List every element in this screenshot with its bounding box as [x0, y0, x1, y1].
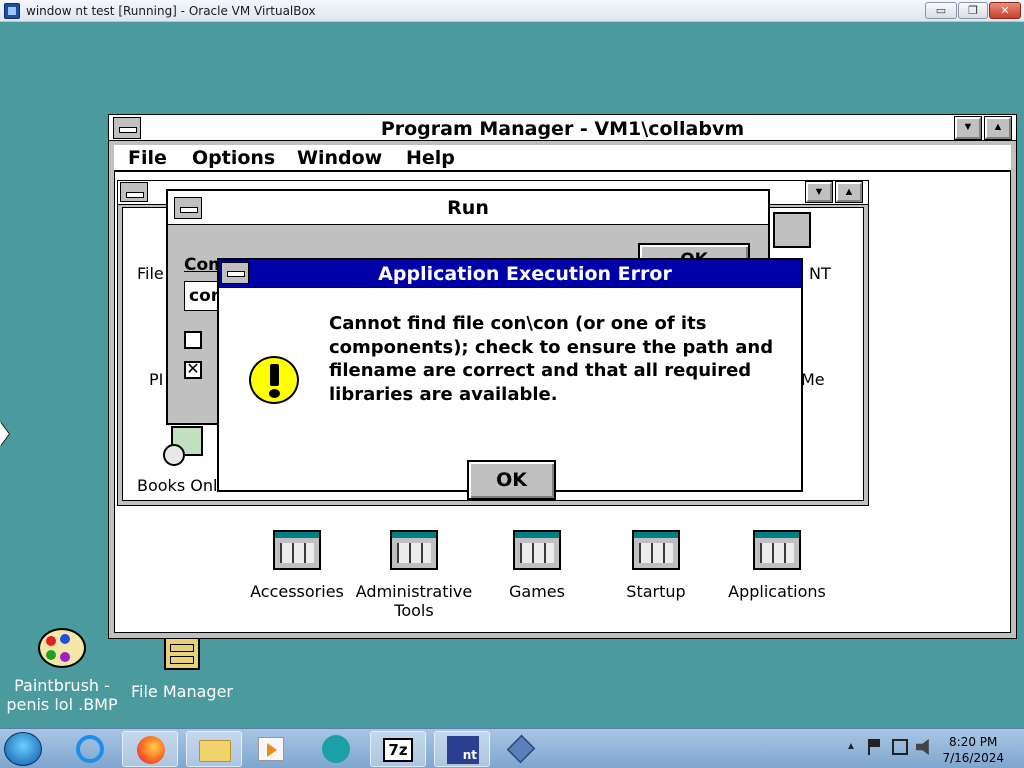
- taskbar-firefox[interactable]: [122, 731, 178, 767]
- host-window-title: window nt test [Running] - Oracle VM Vir…: [26, 4, 316, 18]
- 7zip-icon: 7z: [383, 738, 413, 762]
- main-partial-books-label: Books Onli: [137, 476, 222, 495]
- menu-window[interactable]: Window: [297, 147, 382, 169]
- main-group-maximize-button[interactable]: ▲: [835, 181, 863, 203]
- virtualbox-icon: [4, 3, 20, 19]
- main-partial-nt-label: NT: [809, 264, 831, 283]
- host-titlebar: window nt test [Running] - Oracle VM Vir…: [0, 0, 1024, 22]
- taskbar-media-player[interactable]: [244, 731, 300, 767]
- run-dialog-titlebar: Run: [168, 191, 768, 225]
- main-partial-pi-label: PI: [149, 370, 164, 389]
- clock-time: 8:20 PM: [949, 735, 998, 749]
- clock[interactable]: 8:20 PM 7/16/2024: [942, 734, 1004, 766]
- desktop-file-manager[interactable]: File Manager: [126, 636, 238, 701]
- program-manager-minimize-button[interactable]: ▼: [954, 116, 982, 140]
- program-group-icon: [273, 530, 321, 570]
- group-applications[interactable]: Applications: [717, 530, 837, 601]
- menu-file[interactable]: File: [128, 147, 167, 169]
- error-dialog-titlebar: Application Execution Error: [219, 260, 801, 288]
- media-player-icon: [258, 737, 284, 761]
- warning-icon: [249, 356, 299, 404]
- system-tray: ▲ 8:20 PM 7/16/2024: [840, 729, 1024, 768]
- program-group-icon: [513, 530, 561, 570]
- desktop-paintbrush[interactable]: Paintbrush - penis lol .BMP: [4, 624, 120, 714]
- main-group-system-menu[interactable]: [120, 182, 148, 202]
- teamviewer-icon: [322, 735, 350, 763]
- books-online-icon: [163, 424, 207, 466]
- program-manager-maximize-button[interactable]: ▲: [984, 116, 1012, 140]
- network-icon[interactable]: [892, 739, 908, 755]
- mouse-cursor-icon: [0, 422, 9, 446]
- menu-options[interactable]: Options: [192, 147, 275, 169]
- file-cabinet-icon: [164, 636, 200, 670]
- host-minimize-button[interactable]: ▭: [925, 2, 957, 19]
- host-restore-button[interactable]: ❐: [958, 2, 988, 19]
- group-applications-label: Applications: [728, 582, 826, 601]
- group-games-label: Games: [509, 582, 565, 601]
- internet-explorer-icon: [76, 735, 104, 763]
- program-group-icon: [753, 530, 801, 570]
- program-group-icon: [632, 530, 680, 570]
- desktop-file-manager-label: File Manager: [131, 682, 233, 701]
- palette-icon: [38, 624, 86, 668]
- error-message: Cannot find file con\con (or one of its …: [329, 313, 774, 405]
- menu-help[interactable]: Help: [406, 147, 455, 169]
- tray-expand-icon[interactable]: ▲: [846, 741, 856, 752]
- run-minimized-checkbox[interactable]: [184, 331, 202, 349]
- action-center-flag-icon[interactable]: [868, 739, 880, 755]
- desktop-paintbrush-label: Paintbrush - penis lol .BMP: [6, 676, 118, 714]
- main-group-minimize-button[interactable]: ▼: [805, 181, 833, 203]
- program-manager-menubar: File Options Window Help: [114, 145, 1011, 171]
- firefox-icon: [137, 736, 165, 764]
- computer-icon: [773, 212, 811, 248]
- clock-date: 7/16/2024: [942, 751, 1004, 765]
- folder-icon: [199, 740, 231, 762]
- group-startup[interactable]: Startup: [596, 530, 716, 601]
- group-accessories[interactable]: Accessories: [237, 530, 357, 601]
- host-taskbar: 7z nt ▲ 8:20 PM 7/16/2024: [0, 728, 1024, 768]
- virtualbox-icon: [506, 734, 536, 764]
- group-accessories-label: Accessories: [250, 582, 344, 601]
- run-dialog-title: Run: [447, 197, 489, 219]
- group-administrative-tools-label: Administrative Tools: [355, 582, 473, 620]
- program-manager-title: Program Manager - VM1\collabvm: [380, 118, 745, 140]
- taskbar-7zip[interactable]: 7z: [370, 731, 426, 767]
- main-partial-me-label: Me: [801, 370, 825, 389]
- taskbar-windows-nt[interactable]: nt: [434, 731, 490, 767]
- start-button[interactable]: [4, 732, 42, 766]
- volume-muted-icon[interactable]: [916, 739, 929, 755]
- group-games[interactable]: Games: [477, 530, 597, 601]
- program-manager-titlebar: Program Manager - VM1\collabvm ▼ ▲: [109, 115, 1016, 141]
- program-group-icon: [390, 530, 438, 570]
- taskbar-file-explorer[interactable]: [186, 731, 242, 767]
- windows-nt-icon: nt: [447, 736, 479, 764]
- error-dialog-system-menu[interactable]: [221, 262, 249, 284]
- main-partial-file-label: File: [137, 264, 164, 283]
- taskbar-teamviewer[interactable]: [308, 731, 364, 767]
- taskbar-virtualbox[interactable]: [494, 731, 550, 767]
- group-administrative-tools[interactable]: Administrative Tools: [354, 530, 474, 620]
- group-startup-label: Startup: [626, 582, 686, 601]
- error-dialog[interactable]: Application Execution Error Cannot find …: [217, 258, 803, 500]
- taskbar-internet-explorer[interactable]: [62, 731, 118, 767]
- error-dialog-title: Application Execution Error: [378, 263, 672, 285]
- error-ok-button[interactable]: OK: [467, 460, 556, 500]
- run-separate-memory-checkbox[interactable]: ✕: [184, 361, 202, 379]
- vm-screen[interactable]: Paintbrush - penis lol .BMP File Manager…: [0, 22, 1024, 728]
- host-close-button[interactable]: ✕: [989, 2, 1021, 19]
